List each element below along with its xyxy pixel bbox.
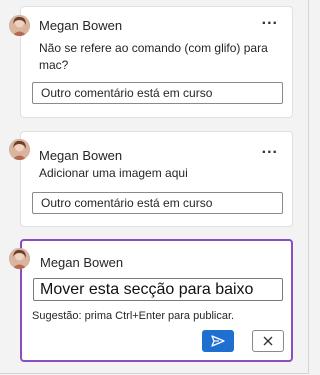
comment-input[interactable]: Mover esta secção para baixo xyxy=(33,278,283,301)
cancel-button[interactable] xyxy=(252,330,284,352)
more-options-icon[interactable]: ... xyxy=(262,141,278,157)
comment-author: Megan Bowen xyxy=(40,255,124,270)
comment-author: Megan Bowen xyxy=(39,18,123,33)
send-button[interactable] xyxy=(202,330,234,352)
comment-body: Adicionar uma imagem aqui xyxy=(39,166,188,180)
comment-author: Megan Bowen xyxy=(39,148,123,163)
avatar xyxy=(9,15,30,36)
publish-hint: Sugestão: prima Ctrl+Enter para publicar… xyxy=(32,310,235,322)
comment-body: Não se refere ao comando (com glifo) par… xyxy=(39,41,268,72)
send-icon xyxy=(211,335,225,347)
comment-card-1[interactable]: Megan Bowen ... Não se refere ao comando… xyxy=(20,6,293,118)
more-options-icon[interactable]: ... xyxy=(262,12,278,28)
reply-field[interactable]: Outro comentário está em curso xyxy=(32,82,283,104)
comment-card-2[interactable]: Megan Bowen ... Adicionar uma imagem aqu… xyxy=(20,131,293,227)
reply-field[interactable]: Outro comentário está em curso xyxy=(32,192,283,214)
avatar xyxy=(9,248,30,269)
close-icon xyxy=(263,336,273,346)
avatar xyxy=(9,139,30,160)
new-comment-card[interactable]: Megan Bowen Mover esta secção para baixo… xyxy=(20,239,293,362)
